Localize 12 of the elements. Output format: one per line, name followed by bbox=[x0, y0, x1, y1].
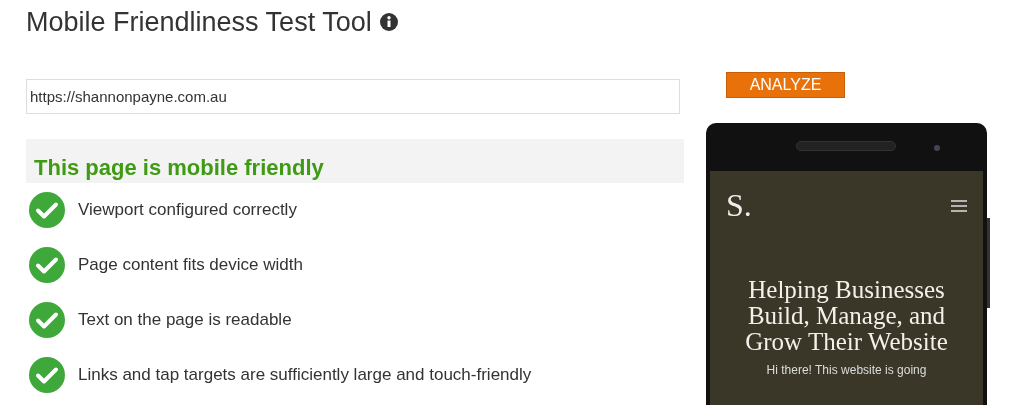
check-label: Links and tap targets are sufficiently large and touch-friendly bbox=[78, 364, 532, 387]
url-field[interactable]: https://shannonpayne.com.au bbox=[26, 79, 680, 114]
check-label: Page content fits device width bbox=[78, 254, 303, 277]
site-headline: Helping Businesses Build, Manage, and Grow Their Website bbox=[744, 277, 949, 355]
menu-icon[interactable] bbox=[951, 199, 967, 213]
check-label: Viewport configured correctly bbox=[78, 199, 297, 222]
check-label: Text on the page is readable bbox=[78, 309, 292, 332]
site-logo: S. bbox=[726, 189, 752, 221]
page-title: Mobile Friendliness Test Tool bbox=[26, 5, 372, 39]
result-heading: This page is mobile friendly bbox=[34, 155, 324, 181]
site-intro: Hi there! This website is going bbox=[765, 362, 928, 379]
info-icon bbox=[379, 13, 398, 31]
